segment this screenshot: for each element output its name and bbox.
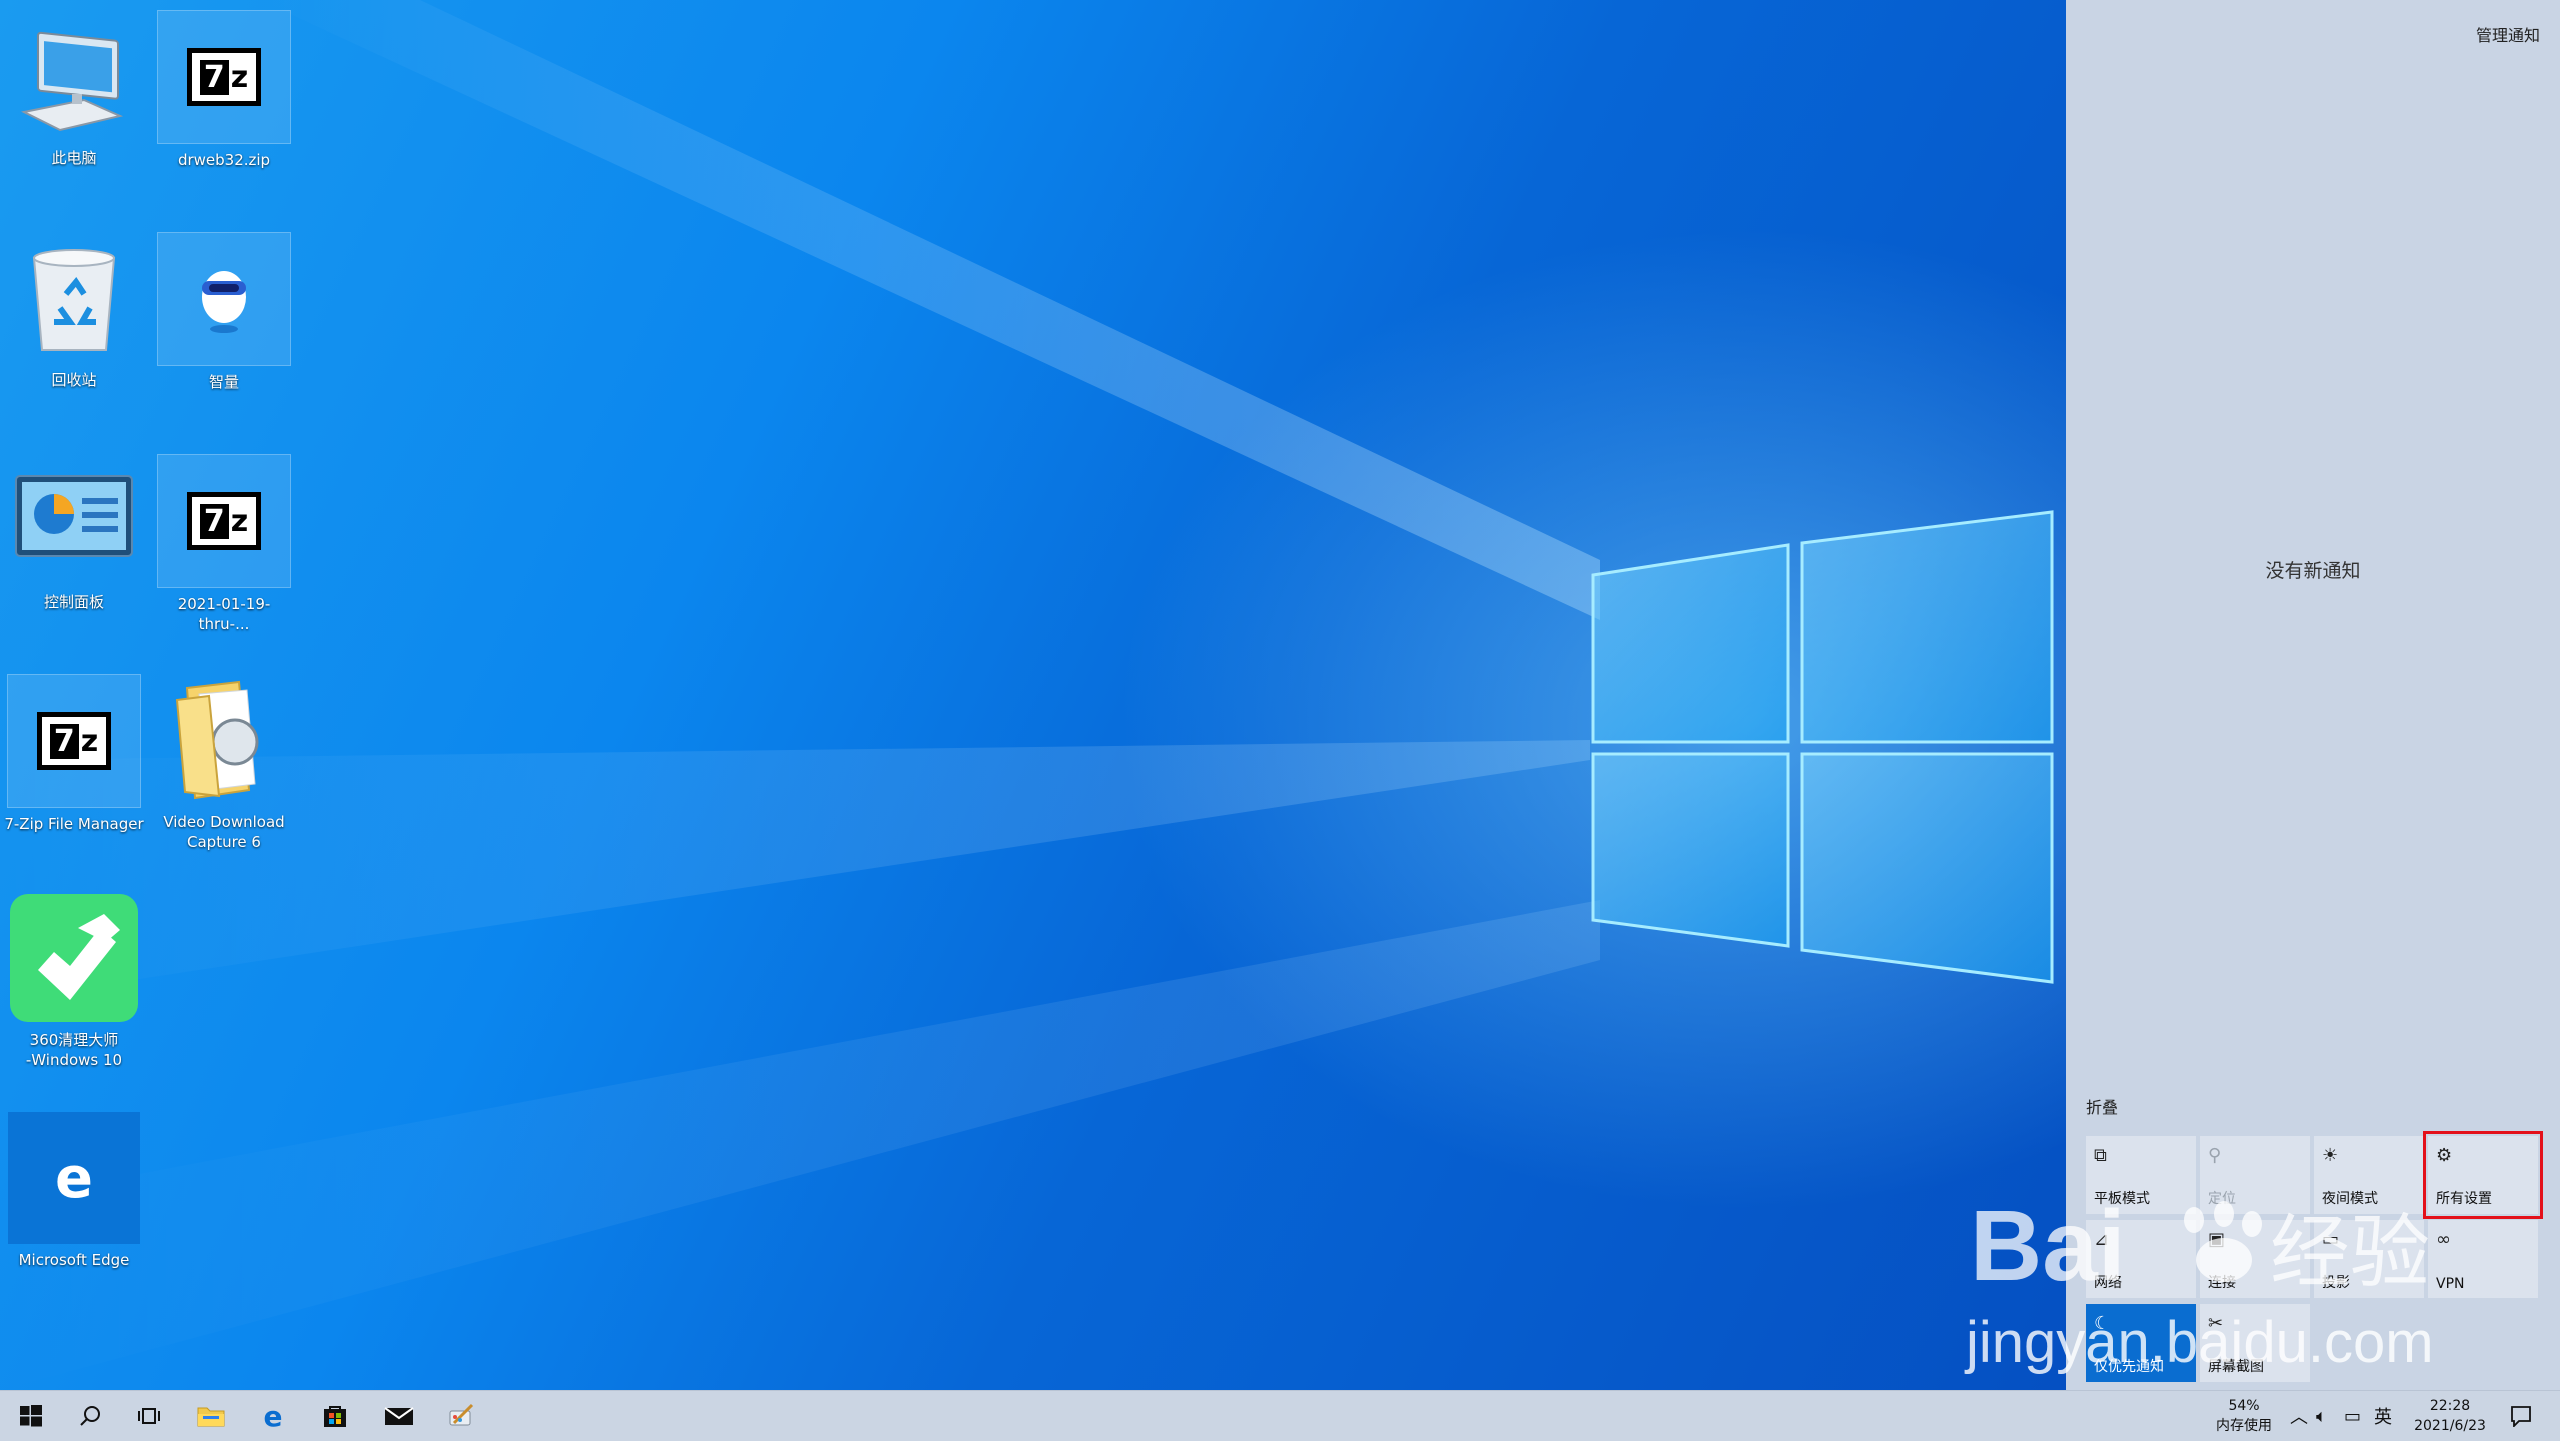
chevron-up-icon: ︿ (2290, 1407, 2308, 1428)
tile-label: 连接 (2208, 1275, 2236, 1291)
action-center-button[interactable] (2492, 1391, 2550, 1441)
no-new-notifications-text: 没有新通知 (2265, 560, 2361, 582)
tile-screen-snip[interactable]: ✂ 屏幕截图 (2200, 1304, 2310, 1382)
desktop-icon-label: 此电脑 (51, 149, 97, 167)
7zip-icon: 7z (7, 674, 141, 808)
tile-tablet-mode[interactable]: ⧉ 平板模式 (2086, 1136, 2196, 1214)
clock-date: 2021/6/23 (2414, 1418, 2486, 1434)
tile-network[interactable]: ⊿ 网络 (2086, 1220, 2196, 1298)
project-icon: ▭ (2322, 1229, 2340, 1250)
7zip-archive-icon: 7z (157, 10, 291, 144)
tile-label: 屏幕截图 (2208, 1359, 2264, 1375)
7zip-desktop-icon[interactable]: 7z 7-Zip File Manager (4, 674, 144, 834)
search-icon (80, 1406, 100, 1426)
memory-percent: 54% (2228, 1398, 2260, 1414)
network-icon: ▭ (2344, 1405, 2362, 1427)
notification-icon (2511, 1406, 2531, 1427)
desktop-icon-label: 360清理大师 -Windows 10 (25, 1031, 123, 1069)
folder-icon (197, 1407, 225, 1427)
action-center-panel: 管理通知 没有新通知 折叠 ⧉ 平板模式 ⚲ 定位 ☀ 夜间模式 ⚙ 所有设置 … (2066, 0, 2560, 1390)
robot-icon (157, 232, 291, 366)
tile-label: 仅优先通知 (2094, 1359, 2164, 1375)
tile-location[interactable]: ⚲ 定位 (2200, 1136, 2310, 1214)
task-view-icon (138, 1408, 160, 1424)
memory-usage-widget[interactable]: 54% 内存使用 (2204, 1396, 2284, 1436)
screen-snip-icon: ✂ (2208, 1313, 2224, 1334)
show-hidden-icons-button[interactable]: ︿ (2290, 1391, 2308, 1441)
360-cleaner-desktop-icon[interactable]: 360清理大师 -Windows 10 (4, 892, 144, 1070)
this-pc-desktop-icon[interactable]: 此电脑 (4, 10, 144, 168)
tile-project[interactable]: ▭ 投影 (2314, 1220, 2424, 1298)
location-icon: ⚲ (2208, 1145, 2222, 1166)
computer-icon (8, 10, 140, 142)
desktop-icon-label: 7-Zip File Manager (4, 815, 144, 833)
tile-focus-assist[interactable]: ☾ 仅优先通知 (2086, 1304, 2196, 1382)
tile-label: 定位 (2208, 1191, 2236, 1207)
tile-label: 网络 (2094, 1275, 2122, 1291)
tile-label: 夜间模式 (2322, 1191, 2378, 1207)
edge-taskbar-button[interactable]: e (244, 1391, 302, 1441)
desktop-icon-label: 回收站 (51, 371, 97, 389)
task-view-button[interactable] (120, 1391, 178, 1441)
tile-label: VPN (2436, 1276, 2465, 1292)
desktop-icon-label: 智量 (208, 373, 239, 391)
control-panel-icon (8, 454, 140, 586)
edge-icon: e (263, 1399, 283, 1433)
zhiliang-desktop-icon[interactable]: 智量 (154, 232, 294, 392)
drweb-zip-desktop-icon[interactable]: 7z drweb32.zip (154, 10, 294, 170)
tile-connect[interactable]: ▣ 连接 (2200, 1220, 2310, 1298)
broom-icon (8, 892, 140, 1024)
moon-icon: ☾ (2094, 1313, 2111, 1334)
vpn-icon: ∞ (2436, 1229, 2451, 1250)
speaker-icon: 🔈︎ (2316, 1405, 2327, 1427)
file-explorer-taskbar-button[interactable] (182, 1391, 240, 1441)
tile-label: 投影 (2322, 1275, 2350, 1291)
video-download-capture-desktop-icon[interactable]: Video Download Capture 6 (154, 674, 294, 852)
network-tray-button[interactable]: ▭ (2344, 1391, 2361, 1441)
memory-label: 内存使用 (2216, 1418, 2272, 1434)
store-taskbar-button[interactable] (306, 1391, 364, 1441)
store-bag-icon (324, 1406, 346, 1427)
wallpaper (0, 0, 2054, 1390)
recycle-bin-icon (8, 232, 140, 364)
tile-label: 所有设置 (2436, 1191, 2492, 1207)
tile-night-light[interactable]: ☀ 夜间模式 (2314, 1136, 2424, 1214)
recycle-bin-desktop-icon[interactable]: 回收站 (4, 232, 144, 390)
night-light-icon: ☀ (2322, 1145, 2339, 1166)
desktop-icon-label: drweb32.zip (177, 151, 271, 169)
tile-vpn[interactable]: ∞ VPN (2428, 1220, 2538, 1298)
mail-icon (384, 1407, 414, 1425)
desktop-icon-label: Video Download Capture 6 (163, 813, 285, 851)
input-method-button[interactable]: 英 (2374, 1391, 2392, 1441)
desktop-icon-label: 2021-01-19-thru-... (177, 595, 271, 633)
start-button[interactable] (2, 1391, 60, 1441)
mail-taskbar-button[interactable] (370, 1391, 428, 1441)
tile-label: 平板模式 (2094, 1191, 2150, 1207)
desktop-icon-label: 控制面板 (43, 593, 104, 611)
collapse-quick-actions-link[interactable]: 折叠 (2086, 1094, 2118, 1118)
control-panel-desktop-icon[interactable]: 控制面板 (4, 454, 144, 612)
volume-button[interactable]: 🔈︎ (2316, 1391, 2327, 1441)
archive-2021-desktop-icon[interactable]: 7z 2021-01-19-thru-... (154, 454, 294, 634)
paint-brush-icon (449, 1403, 474, 1426)
edge-icon: e (8, 1112, 140, 1244)
folder-icon (158, 674, 290, 806)
clock-time: 22:28 (2429, 1398, 2471, 1414)
manage-notifications-link[interactable]: 管理通知 (2476, 22, 2540, 46)
clock[interactable]: 22:28 2021/6/23 (2400, 1396, 2500, 1436)
windows-logo-icon (20, 1405, 42, 1427)
paint-taskbar-button[interactable] (432, 1391, 490, 1441)
desktop-icon-label: Microsoft Edge (18, 1251, 130, 1269)
taskbar: e 54% 内存使用 ︿ 🔈︎ ▭ 英 22:28 2021/6/23 (0, 1390, 2560, 1441)
search-button[interactable] (62, 1391, 120, 1441)
tile-all-settings[interactable]: ⚙ 所有设置 (2423, 1131, 2543, 1219)
7zip-archive-icon: 7z (157, 454, 291, 588)
gear-icon: ⚙ (2436, 1145, 2453, 1166)
tablet-mode-icon: ⧉ (2094, 1145, 2107, 1166)
edge-desktop-icon[interactable]: e Microsoft Edge (4, 1112, 144, 1270)
desktop: 此电脑 回收站 控制面板 7z 7-Zip File Manager 360清理… (0, 0, 2066, 1390)
connect-icon: ▣ (2208, 1229, 2226, 1250)
network-icon: ⊿ (2094, 1229, 2110, 1250)
